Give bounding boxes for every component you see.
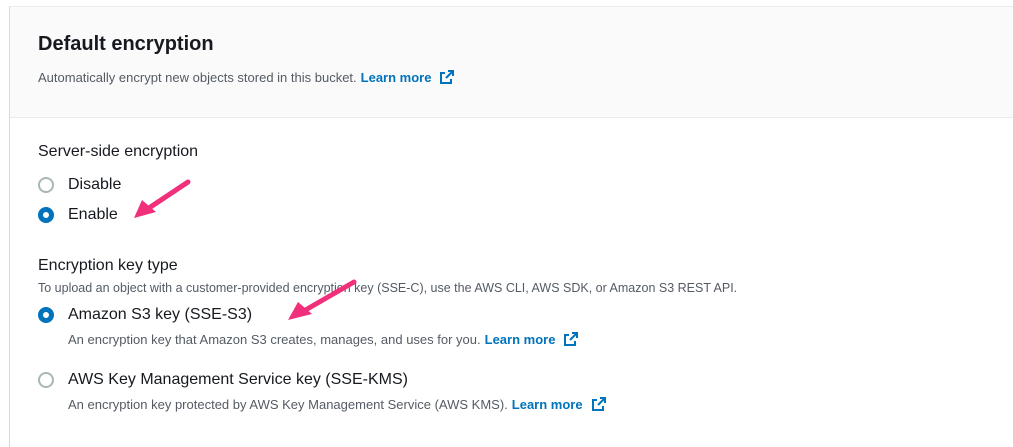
external-link-icon[interactable] [563, 331, 579, 347]
sse-kms-description-text: An encryption key protected by AWS Key M… [68, 396, 508, 412]
external-link-icon[interactable] [439, 69, 455, 85]
panel-title: Default encryption [38, 33, 214, 55]
external-link-icon[interactable] [591, 396, 607, 412]
radio-disable-button[interactable] [38, 177, 54, 193]
radio-enable-label: Enable [68, 206, 118, 223]
radio-sse-kms-label: AWS Key Management Service key (SSE-KMS) [68, 371, 408, 388]
radio-sse-s3-label: Amazon S3 key (SSE-S3) [68, 306, 253, 323]
sse-kms-learn-more-link[interactable]: Learn more [512, 397, 583, 412]
encryption-key-type-hint: To upload an object with a customer-prov… [38, 281, 738, 295]
panel-description-text: Automatically encrypt new objects stored… [38, 69, 357, 85]
panel-description: Automatically encrypt new objects stored… [38, 69, 455, 85]
radio-enable-button[interactable] [38, 207, 54, 223]
sse-s3-learn-more-link[interactable]: Learn more [485, 332, 556, 347]
radio-sse-kms-button[interactable] [38, 372, 54, 388]
sse-kms-description: An encryption key protected by AWS Key M… [68, 396, 607, 412]
radio-enable[interactable]: Enable [38, 206, 118, 224]
radio-disable[interactable]: Disable [38, 176, 121, 194]
sse-s3-description-text: An encryption key that Amazon S3 creates… [68, 331, 481, 347]
learn-more-link[interactable]: Learn more [361, 70, 432, 85]
panel-header: Default encryption Automatically encrypt… [10, 7, 1013, 118]
sse-s3-description: An encryption key that Amazon S3 creates… [68, 331, 579, 347]
server-side-encryption-label: Server-side encryption [38, 143, 199, 160]
encryption-key-type-label: Encryption key type [38, 257, 178, 274]
default-encryption-panel: Default encryption Automatically encrypt… [9, 6, 1013, 447]
radio-disable-label: Disable [68, 176, 122, 193]
radio-sse-s3-button[interactable] [38, 307, 54, 323]
radio-sse-kms[interactable]: AWS Key Management Service key (SSE-KMS) [38, 371, 408, 389]
radio-sse-s3[interactable]: Amazon S3 key (SSE-S3) [38, 306, 252, 324]
